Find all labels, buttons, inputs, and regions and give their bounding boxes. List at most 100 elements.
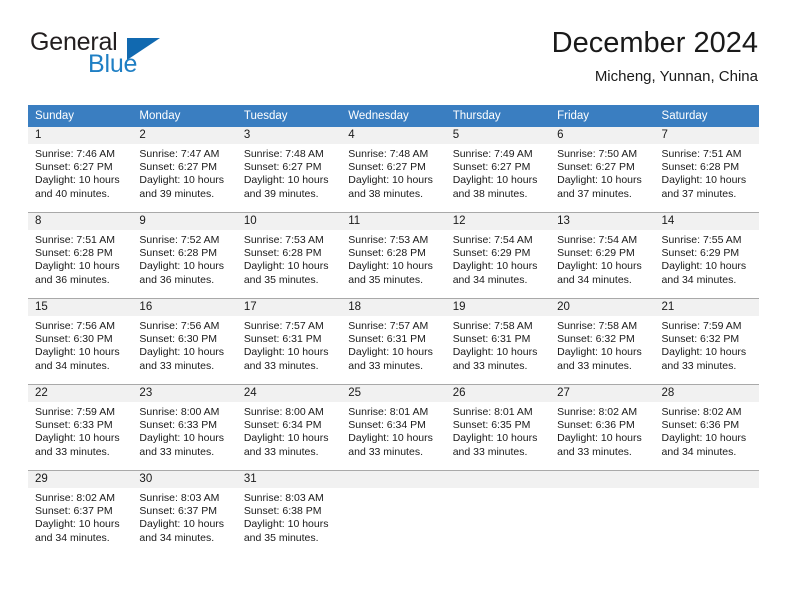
- daylight-text-line2: and 39 minutes.: [243, 187, 319, 200]
- day-details: Sunrise: 8:00 AM Sunset: 6:34 PM Daylight:…: [237, 402, 341, 459]
- day-number: 5: [445, 127, 551, 144]
- daylight-text-line1: Daylight: 10 hours: [452, 346, 538, 359]
- sunset-text: Sunset: 6:34 PM: [348, 419, 426, 432]
- day-details: Sunrise: 7:56 AM Sunset: 6:30 PM Daylight:…: [28, 316, 132, 373]
- day-cell[interactable]: 6 Sunrise: 7:50 AM Sunset: 6:27 PM Daylight…: [550, 127, 655, 213]
- day-number: 10: [236, 213, 342, 230]
- daylight-text-line1: Daylight: 10 hours: [557, 260, 642, 273]
- daylight-text-line1: Daylight: 10 hours: [348, 432, 433, 445]
- week-row: 29 Sunrise: 8:02 AM Sunset: 6:37 PM Dayligh…: [28, 470, 759, 556]
- daylight-text-line2: and 34 minutes.: [661, 273, 737, 286]
- daylight-text-line2: and 35 minutes.: [243, 531, 319, 544]
- day-cell[interactable]: 20 Sunrise: 7:58 AM Sunset: 6:32 PM Dayligh…: [550, 298, 655, 385]
- day-cell[interactable]: 2 Sunrise: 7:47 AM Sunset: 6:27 PM Daylight…: [132, 127, 237, 213]
- day-details: Sunrise: 7:51 AM Sunset: 6:28 PM Daylight:…: [28, 230, 132, 287]
- day-details: Sunrise: 8:00 AM Sunset: 6:33 PM Daylight:…: [132, 402, 236, 459]
- daylight-text-line1: Daylight: 10 hours: [348, 260, 433, 273]
- day-details: Sunrise: 7:56 AM Sunset: 6:30 PM Daylight:…: [132, 316, 236, 373]
- day-number: 24: [236, 385, 342, 402]
- sunset-text: Sunset: 6:29 PM: [452, 247, 531, 260]
- sunrise-text: Sunrise: 7:53 AM: [243, 234, 324, 246]
- day-details: Sunrise: 7:54 AM Sunset: 6:29 PM Daylight:…: [446, 230, 550, 287]
- sunrise-text: Sunrise: 7:56 AM: [35, 320, 115, 332]
- day-cell[interactable]: 16 Sunrise: 7:56 AM Sunset: 6:30 PM Dayligh…: [132, 298, 237, 385]
- daylight-text-line1: Daylight: 10 hours: [35, 346, 120, 359]
- day-details: Sunrise: 7:53 AM Sunset: 6:28 PM Daylight:…: [341, 230, 445, 287]
- day-number: 11: [341, 213, 446, 230]
- day-number: 25: [341, 385, 446, 402]
- sunrise-text: Sunrise: 8:03 AM: [139, 492, 220, 504]
- daylight-text-line2: and 33 minutes.: [348, 445, 423, 458]
- day-details: Sunrise: 7:53 AM Sunset: 6:28 PM Daylight:…: [237, 230, 341, 287]
- day-number: [445, 471, 551, 488]
- week-row: 22 Sunrise: 7:59 AM Sunset: 6:33 PM Dayligh…: [28, 384, 759, 471]
- day-number: 21: [654, 299, 759, 316]
- weekday-header-saturday: Saturday: [654, 105, 759, 127]
- daylight-text-line2: and 33 minutes.: [35, 445, 110, 458]
- day-number: 31: [236, 471, 342, 488]
- day-details: Sunrise: 8:03 AM Sunset: 6:38 PM Daylight:…: [237, 488, 341, 545]
- daylight-text-line2: and 34 minutes.: [35, 359, 110, 372]
- sunset-text: Sunset: 6:31 PM: [452, 333, 531, 346]
- day-cell[interactable]: 31 Sunrise: 8:03 AM Sunset: 6:38 PM Dayligh…: [236, 470, 342, 556]
- day-details: Sunrise: 7:55 AM Sunset: 6:29 PM Daylight:…: [655, 230, 759, 287]
- daylight-text-line1: Daylight: 10 hours: [139, 518, 225, 531]
- day-cell[interactable]: 1 Sunrise: 7:46 AM Sunset: 6:27 PM Daylight…: [28, 127, 133, 213]
- daylight-text-line2: and 34 minutes.: [661, 445, 737, 458]
- day-details: Sunrise: 8:02 AM Sunset: 6:36 PM Daylight:…: [550, 402, 654, 459]
- day-cell[interactable]: 18 Sunrise: 7:57 AM Sunset: 6:31 PM Dayligh…: [341, 298, 446, 385]
- day-details: Sunrise: 7:52 AM Sunset: 6:28 PM Daylight:…: [132, 230, 236, 287]
- day-cell[interactable]: 25 Sunrise: 8:01 AM Sunset: 6:34 PM Dayligh…: [341, 384, 446, 471]
- week-row: 1 Sunrise: 7:46 AM Sunset: 6:27 PM Daylight…: [28, 127, 759, 213]
- sunset-text: Sunset: 6:27 PM: [243, 161, 322, 174]
- day-details: Sunrise: 8:03 AM Sunset: 6:37 PM Daylight:…: [132, 488, 236, 545]
- day-details: Sunrise: 7:51 AM Sunset: 6:28 PM Daylight:…: [655, 144, 759, 201]
- sunset-text: Sunset: 6:28 PM: [348, 247, 426, 260]
- day-cell[interactable]: 11 Sunrise: 7:53 AM Sunset: 6:28 PM Dayligh…: [341, 212, 446, 299]
- sunrise-text: Sunrise: 7:58 AM: [452, 320, 533, 332]
- day-cell[interactable]: 27 Sunrise: 8:02 AM Sunset: 6:36 PM Dayligh…: [550, 384, 655, 471]
- day-cell[interactable]: 19 Sunrise: 7:58 AM Sunset: 6:31 PM Dayligh…: [445, 298, 551, 385]
- daylight-text-line2: and 33 minutes.: [243, 445, 319, 458]
- day-cell[interactable]: 9 Sunrise: 7:52 AM Sunset: 6:28 PM Daylight…: [132, 212, 237, 299]
- day-cell[interactable]: 3 Sunrise: 7:48 AM Sunset: 6:27 PM Daylight…: [236, 127, 342, 213]
- day-number: 19: [445, 299, 551, 316]
- day-cell[interactable]: 23 Sunrise: 8:00 AM Sunset: 6:33 PM Dayligh…: [132, 384, 237, 471]
- daylight-text-line1: Daylight: 10 hours: [348, 174, 433, 187]
- day-cell[interactable]: 13 Sunrise: 7:54 AM Sunset: 6:29 PM Dayligh…: [550, 212, 655, 299]
- day-cell-empty: [341, 470, 446, 556]
- daylight-text-line2: and 38 minutes.: [452, 187, 528, 200]
- day-cell-empty: [445, 470, 551, 556]
- day-cell[interactable]: 17 Sunrise: 7:57 AM Sunset: 6:31 PM Dayligh…: [236, 298, 342, 385]
- day-number: 6: [550, 127, 655, 144]
- page-header: General Blue December 2024 Micheng, Yunn…: [28, 27, 758, 96]
- day-cell[interactable]: 8 Sunrise: 7:51 AM Sunset: 6:28 PM Daylight…: [28, 212, 133, 299]
- weekday-header-thursday: Thursday: [445, 105, 551, 127]
- day-cell[interactable]: 15 Sunrise: 7:56 AM Sunset: 6:30 PM Dayligh…: [28, 298, 133, 385]
- day-cell[interactable]: 5 Sunrise: 7:49 AM Sunset: 6:27 PM Daylight…: [445, 127, 551, 213]
- day-cell[interactable]: 28 Sunrise: 8:02 AM Sunset: 6:36 PM Dayligh…: [654, 384, 759, 471]
- day-cell[interactable]: 14 Sunrise: 7:55 AM Sunset: 6:29 PM Dayligh…: [654, 212, 759, 299]
- day-cell[interactable]: 24 Sunrise: 8:00 AM Sunset: 6:34 PM Dayligh…: [236, 384, 342, 471]
- sunset-text: Sunset: 6:28 PM: [35, 247, 113, 260]
- day-cell[interactable]: 26 Sunrise: 8:01 AM Sunset: 6:35 PM Dayligh…: [445, 384, 551, 471]
- day-cell[interactable]: 10 Sunrise: 7:53 AM Sunset: 6:28 PM Dayligh…: [236, 212, 342, 299]
- sunrise-text: Sunrise: 7:59 AM: [661, 320, 742, 332]
- day-cell[interactable]: 12 Sunrise: 7:54 AM Sunset: 6:29 PM Dayligh…: [445, 212, 551, 299]
- day-details: Sunrise: 7:57 AM Sunset: 6:31 PM Daylight:…: [341, 316, 445, 373]
- day-cell-empty: [654, 470, 759, 556]
- sunrise-text: Sunrise: 7:54 AM: [452, 234, 533, 246]
- day-cell[interactable]: 30 Sunrise: 8:03 AM Sunset: 6:37 PM Dayligh…: [132, 470, 237, 556]
- day-number: [341, 471, 446, 488]
- day-cell[interactable]: 4 Sunrise: 7:48 AM Sunset: 6:27 PM Daylight…: [341, 127, 446, 213]
- sunrise-text: Sunrise: 7:48 AM: [348, 148, 429, 160]
- sunrise-text: Sunrise: 7:59 AM: [35, 406, 115, 418]
- day-cell[interactable]: 29 Sunrise: 8:02 AM Sunset: 6:37 PM Dayligh…: [28, 470, 133, 556]
- sunset-text: Sunset: 6:32 PM: [557, 333, 635, 346]
- day-number: 12: [445, 213, 551, 230]
- day-cell[interactable]: 22 Sunrise: 7:59 AM Sunset: 6:33 PM Dayligh…: [28, 384, 133, 471]
- sunrise-text: Sunrise: 8:02 AM: [661, 406, 742, 418]
- day-cell[interactable]: 21 Sunrise: 7:59 AM Sunset: 6:32 PM Dayligh…: [654, 298, 759, 385]
- brand-logo[interactable]: General Blue: [28, 28, 268, 88]
- day-cell[interactable]: 7 Sunrise: 7:51 AM Sunset: 6:28 PM Daylight…: [654, 127, 759, 213]
